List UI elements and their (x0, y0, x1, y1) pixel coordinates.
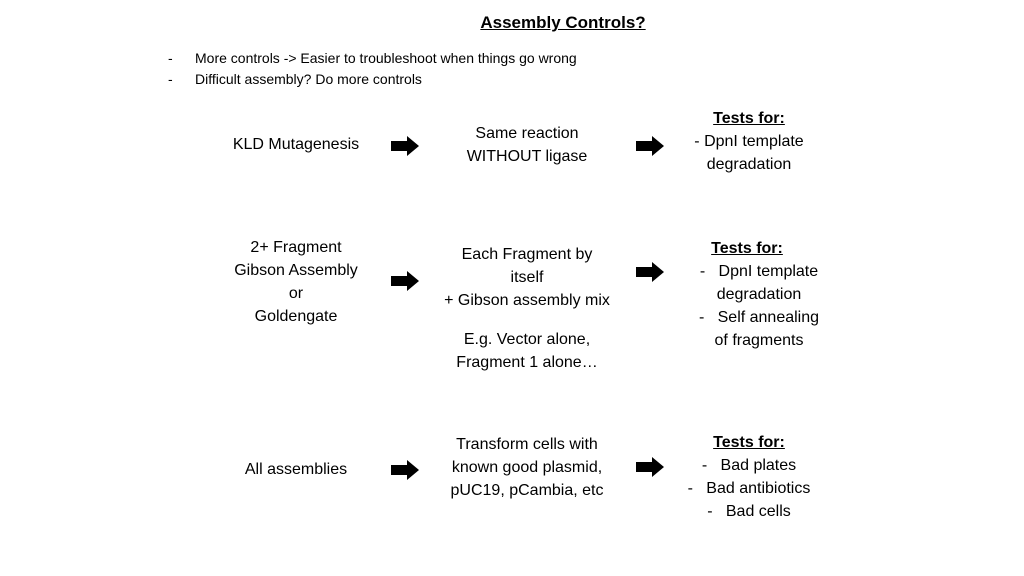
arrow-right-icon (391, 136, 419, 156)
intro-bullets: - More controls -> Easier to troubleshoo… (168, 48, 577, 90)
bullet-text: Difficult assembly? Do more controls (195, 71, 422, 87)
control-line: known good plasmid, (451, 459, 603, 476)
tests-gibson: Tests for: - DpnI template degradation -… (672, 237, 846, 352)
control-gibson: Each Fragment by itself + Gibson assembl… (437, 243, 617, 312)
test-item: - DpnI template (699, 263, 819, 280)
tests-heading: Tests for: (713, 110, 785, 127)
bullet-marker: - (168, 71, 173, 87)
bullet-item: - Difficult assembly? Do more controls (168, 69, 577, 90)
test-item: - Bad plates (701, 457, 797, 474)
assembly-label: Gibson Assembly (234, 262, 358, 279)
control-line: Same reaction (475, 125, 579, 142)
assembly-label: All assemblies (244, 461, 348, 478)
bullet-item: - More controls -> Easier to troubleshoo… (168, 48, 577, 69)
arrow-right-icon (391, 460, 419, 480)
assembly-label: 2+ Fragment (250, 239, 342, 256)
arrow-right-icon (636, 136, 664, 156)
tests-all: Tests for: - Bad plates - Bad antibiotic… (670, 431, 828, 523)
slide-title: Assembly Controls? (480, 13, 646, 32)
tests-heading: Tests for: (711, 240, 783, 257)
test-item: - Bad cells (707, 503, 791, 520)
test-item: degradation (706, 156, 792, 173)
test-item: degradation (716, 286, 802, 303)
assembly-all: All assemblies (205, 458, 387, 481)
assembly-label: Goldengate (254, 308, 338, 325)
control-kld: Same reaction WITHOUT ligase (437, 122, 617, 168)
assembly-label: KLD Mutagenesis (232, 136, 360, 153)
control-note-line: E.g. Vector alone, (463, 331, 591, 348)
test-item: of fragments (714, 332, 804, 349)
control-note-line: Fragment 1 alone… (456, 354, 598, 371)
control-line: WITHOUT ligase (466, 148, 588, 165)
control-note-gibson: E.g. Vector alone, Fragment 1 alone… (437, 328, 617, 374)
control-line: pUC19, pCambia, etc (450, 482, 604, 499)
control-line: itself (510, 269, 544, 286)
control-line: Each Fragment by (461, 246, 593, 263)
test-item: - Self annealing (698, 309, 820, 326)
bullet-text: More controls -> Easier to troubleshoot … (195, 50, 577, 66)
control-all: Transform cells with known good plasmid,… (437, 433, 617, 502)
tests-heading: Tests for: (713, 434, 785, 451)
assembly-kld: KLD Mutagenesis (205, 133, 387, 156)
control-line: Transform cells with (456, 436, 598, 453)
tests-kld: Tests for: - DpnI template degradation (670, 107, 828, 176)
arrow-right-icon (391, 271, 419, 291)
assembly-label: or (288, 285, 304, 302)
bullet-marker: - (168, 50, 173, 66)
assembly-gibson: 2+ Fragment Gibson Assembly or Goldengat… (205, 236, 387, 328)
control-line: + Gibson assembly mix (444, 292, 610, 309)
test-item: - DpnI template (694, 133, 804, 150)
arrow-right-icon (636, 262, 664, 282)
test-item: - Bad antibiotics (687, 480, 811, 497)
arrow-right-icon (636, 457, 664, 477)
